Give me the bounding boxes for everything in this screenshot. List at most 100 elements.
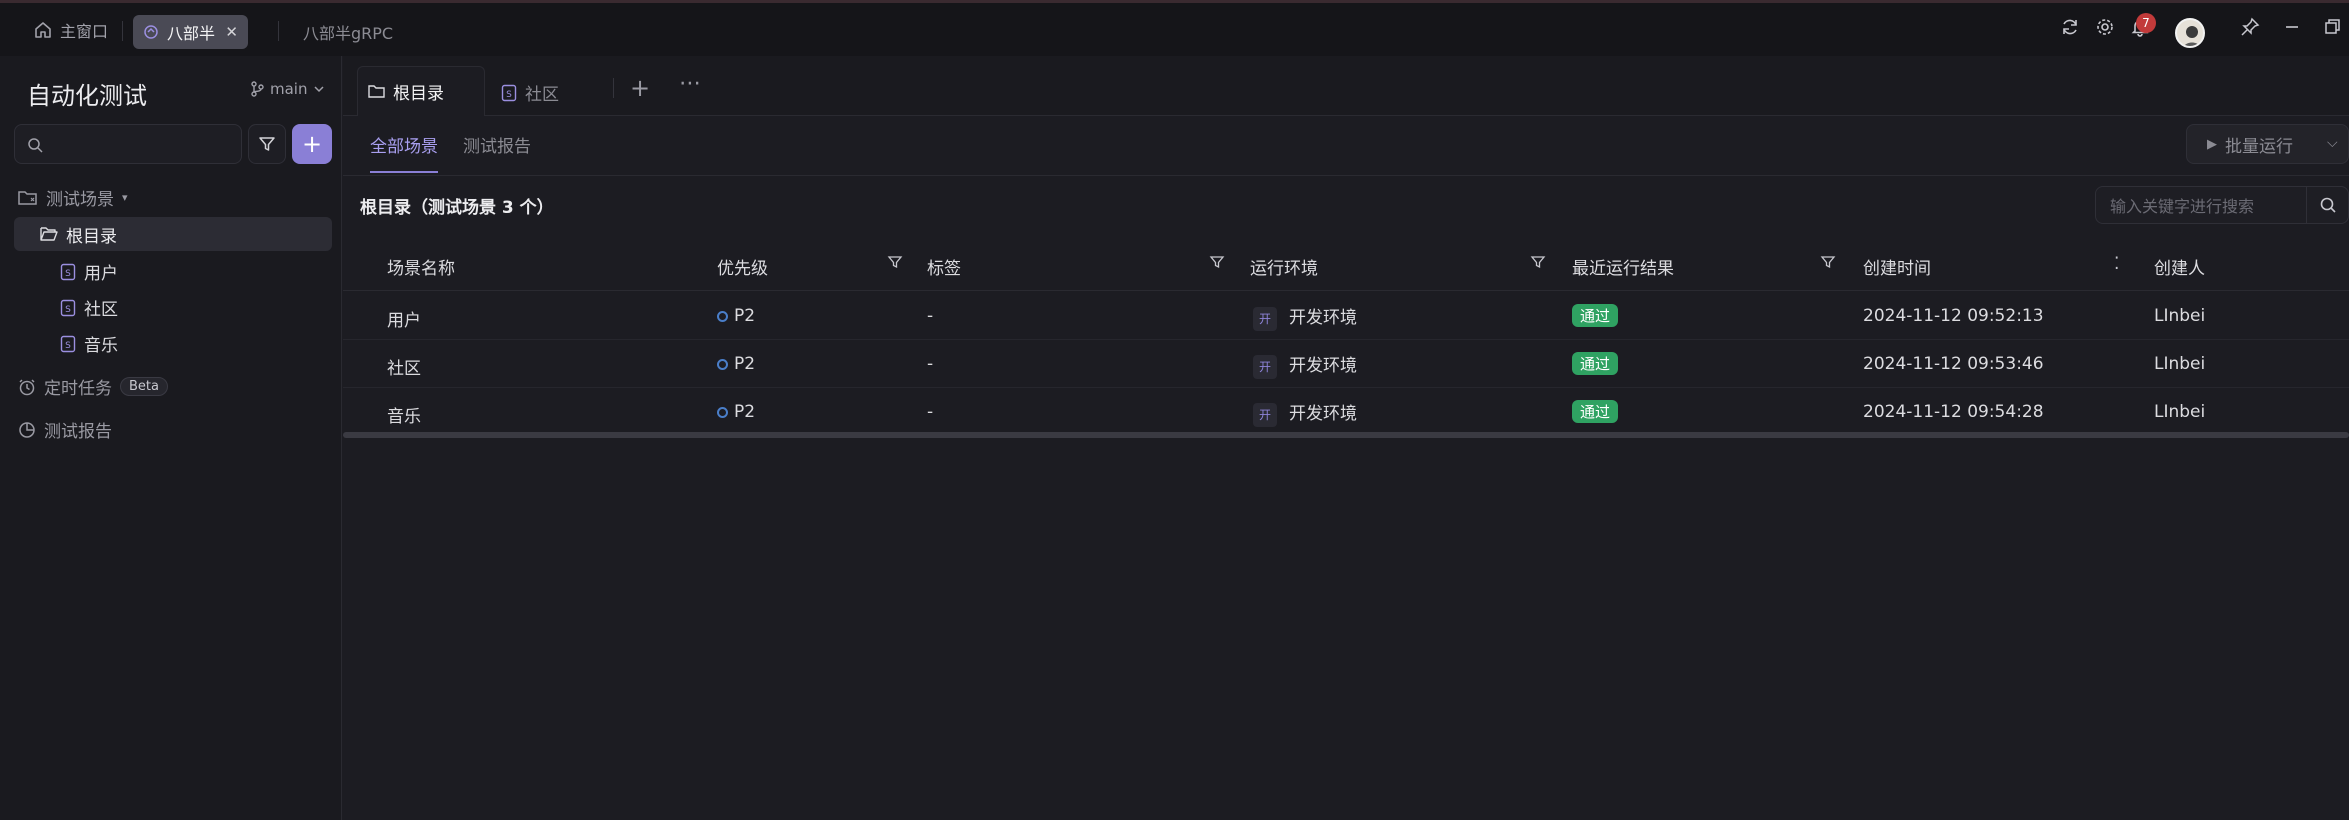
table-row[interactable]: 用户 P2 - 开开发环境 通过 2024-11-12 09:52:13 LIn… xyxy=(343,292,2349,340)
sidebar-item-scheduled-tasks[interactable]: 定时任务 Beta xyxy=(18,374,168,399)
filter-icon[interactable] xyxy=(1820,254,1836,270)
cell-name: 用户 xyxy=(387,311,421,331)
table-row[interactable]: 社区 P2 - 开开发环境 通过 2024-11-12 09:53:46 LIn… xyxy=(343,340,2349,388)
status-badge: 通过 xyxy=(1572,352,1619,375)
tab-grpc-project[interactable]: 八部半gRPC xyxy=(303,20,393,44)
more-icon[interactable]: ⋯ xyxy=(679,71,702,96)
svg-text:S: S xyxy=(65,269,71,279)
tab-all-scenes[interactable]: 全部场景 xyxy=(370,132,438,173)
sidebar-item-label: 测试场景 xyxy=(46,190,114,210)
doc-tab-label: 社区 xyxy=(525,85,559,105)
filter-button[interactable] xyxy=(248,124,286,164)
add-button[interactable]: + xyxy=(292,124,332,164)
search-icon[interactable] xyxy=(2306,187,2348,223)
filter-icon xyxy=(259,137,275,151)
table-row[interactable]: 音乐 P2 - 开开发环境 通过 2024-11-12 09:54:28 LIn… xyxy=(343,388,2349,436)
play-icon: ▶ xyxy=(2207,136,2217,152)
sidebar: 自动化测试 main + 测试场景 ▾ 根目录 S 用户 S 社区 S 音乐 定… xyxy=(0,56,342,820)
restore-icon[interactable] xyxy=(2322,17,2342,37)
cell-name: 音乐 xyxy=(387,407,421,427)
tree-item-label: 社区 xyxy=(84,300,118,320)
tree-item-music[interactable]: S 音乐 xyxy=(60,331,118,356)
scene-file-icon: S xyxy=(60,263,76,280)
cell-priority: P2 xyxy=(717,402,755,422)
scene-folder-icon xyxy=(18,190,37,205)
minimize-icon[interactable] xyxy=(2282,17,2302,37)
caret-down-icon: ▾ xyxy=(122,191,128,204)
cell-tags: - xyxy=(927,306,934,326)
close-icon[interactable]: ✕ xyxy=(225,23,238,41)
cell-environment: 开开发环境 xyxy=(1253,351,1357,379)
notification-badge: 7 xyxy=(2136,13,2156,33)
project-title: 自动化测试 xyxy=(27,82,147,110)
batch-run-button[interactable]: ▶ 批量运行 ⌵ xyxy=(2186,124,2349,164)
pie-chart-icon xyxy=(19,421,35,438)
window-titlebar: 主窗口 八部半 ✕ 八部半gRPC 7 xyxy=(0,0,2349,56)
cell-tags: - xyxy=(927,402,934,422)
status-badge: 通过 xyxy=(1572,400,1619,423)
filter-icon[interactable] xyxy=(887,254,903,270)
sort-icon[interactable]: ⁚ xyxy=(2114,254,2119,274)
column-header-name: 场景名称 xyxy=(387,259,455,279)
tree-item-user[interactable]: S 用户 xyxy=(60,259,118,284)
pin-icon[interactable] xyxy=(2240,17,2260,37)
alarm-clock-icon xyxy=(19,378,35,395)
doc-tab-root[interactable]: 根目录 xyxy=(357,66,485,116)
search-placeholder: 输入关键字进行搜索 xyxy=(2110,197,2255,216)
new-tab-button[interactable]: + xyxy=(630,74,650,102)
tab-divider xyxy=(278,21,279,41)
cell-tags: - xyxy=(927,354,934,374)
keyword-search-input[interactable]: 输入关键字进行搜索 xyxy=(2095,186,2349,224)
priority-dot-icon xyxy=(717,359,728,370)
sidebar-item-label: 测试报告 xyxy=(44,422,112,442)
chevron-down-icon xyxy=(314,86,325,93)
filter-icon[interactable] xyxy=(1530,254,1546,270)
priority-dot-icon xyxy=(717,311,728,322)
branch-selector[interactable]: main xyxy=(250,80,325,98)
batch-run-label: 批量运行 xyxy=(2225,136,2293,157)
refresh-icon[interactable] xyxy=(2060,17,2080,37)
project-icon xyxy=(144,25,158,39)
tree-item-root[interactable]: 根目录 xyxy=(14,217,332,251)
search-icon xyxy=(28,138,43,153)
table-header: 场景名称 优先级 标签 运行环境 最近运行结果 创建时间 ⁚ 创建人 xyxy=(343,236,2349,291)
document-tabs: 根目录 S 社区 + ⋯ xyxy=(343,56,2349,116)
column-header-tags: 标签 xyxy=(927,259,961,279)
cell-creator: LInbei xyxy=(2154,402,2206,422)
tab-label: 八部半gRPC xyxy=(303,24,394,43)
tab-project[interactable]: 八部半 ✕ xyxy=(133,15,248,49)
priority-dot-icon xyxy=(717,407,728,418)
cell-environment: 开开发环境 xyxy=(1253,399,1357,427)
tree-item-label: 用户 xyxy=(84,264,118,284)
doc-tab-label: 根目录 xyxy=(393,84,444,104)
tree-item-label: 根目录 xyxy=(66,226,117,247)
env-chip: 开 xyxy=(1253,307,1277,331)
column-header-creator: 创建人 xyxy=(2154,259,2205,279)
tree-item-community[interactable]: S 社区 xyxy=(60,295,118,320)
doc-tab-community[interactable]: S 社区 xyxy=(501,80,559,105)
scene-file-icon: S xyxy=(60,335,76,352)
filter-icon[interactable] xyxy=(1209,254,1225,270)
tab-main-window[interactable]: 主窗口 xyxy=(34,18,108,42)
sidebar-item-test-scenes[interactable]: 测试场景 ▾ xyxy=(18,185,128,210)
sidebar-search-input[interactable] xyxy=(14,124,242,164)
cell-creator: LInbei xyxy=(2154,306,2206,326)
chevron-down-icon[interactable]: ⌵ xyxy=(2327,135,2338,151)
cell-created-time: 2024-11-12 09:52:13 xyxy=(1863,306,2044,326)
avatar[interactable] xyxy=(2175,18,2205,48)
cell-priority: P2 xyxy=(717,306,755,326)
folder-icon xyxy=(368,85,385,98)
sidebar-item-test-reports[interactable]: 测试报告 xyxy=(18,417,112,442)
cell-result: 通过 xyxy=(1572,352,1619,375)
scene-file-icon: S xyxy=(60,299,76,316)
folder-open-icon xyxy=(40,227,58,241)
column-header-created-time: 创建时间 xyxy=(1863,259,1931,279)
cell-created-time: 2024-11-12 09:53:46 xyxy=(1863,354,2044,374)
horizontal-scrollbar[interactable] xyxy=(343,432,2349,438)
status-badge: 通过 xyxy=(1572,304,1619,327)
gear-icon[interactable] xyxy=(2095,17,2115,37)
scene-sub-tabs: 全部场景 测试报告 xyxy=(343,116,2349,176)
column-header-last-result: 最近运行结果 xyxy=(1572,259,1674,279)
tab-label: 八部半 xyxy=(167,24,216,43)
tab-test-reports[interactable]: 测试报告 xyxy=(463,132,531,157)
